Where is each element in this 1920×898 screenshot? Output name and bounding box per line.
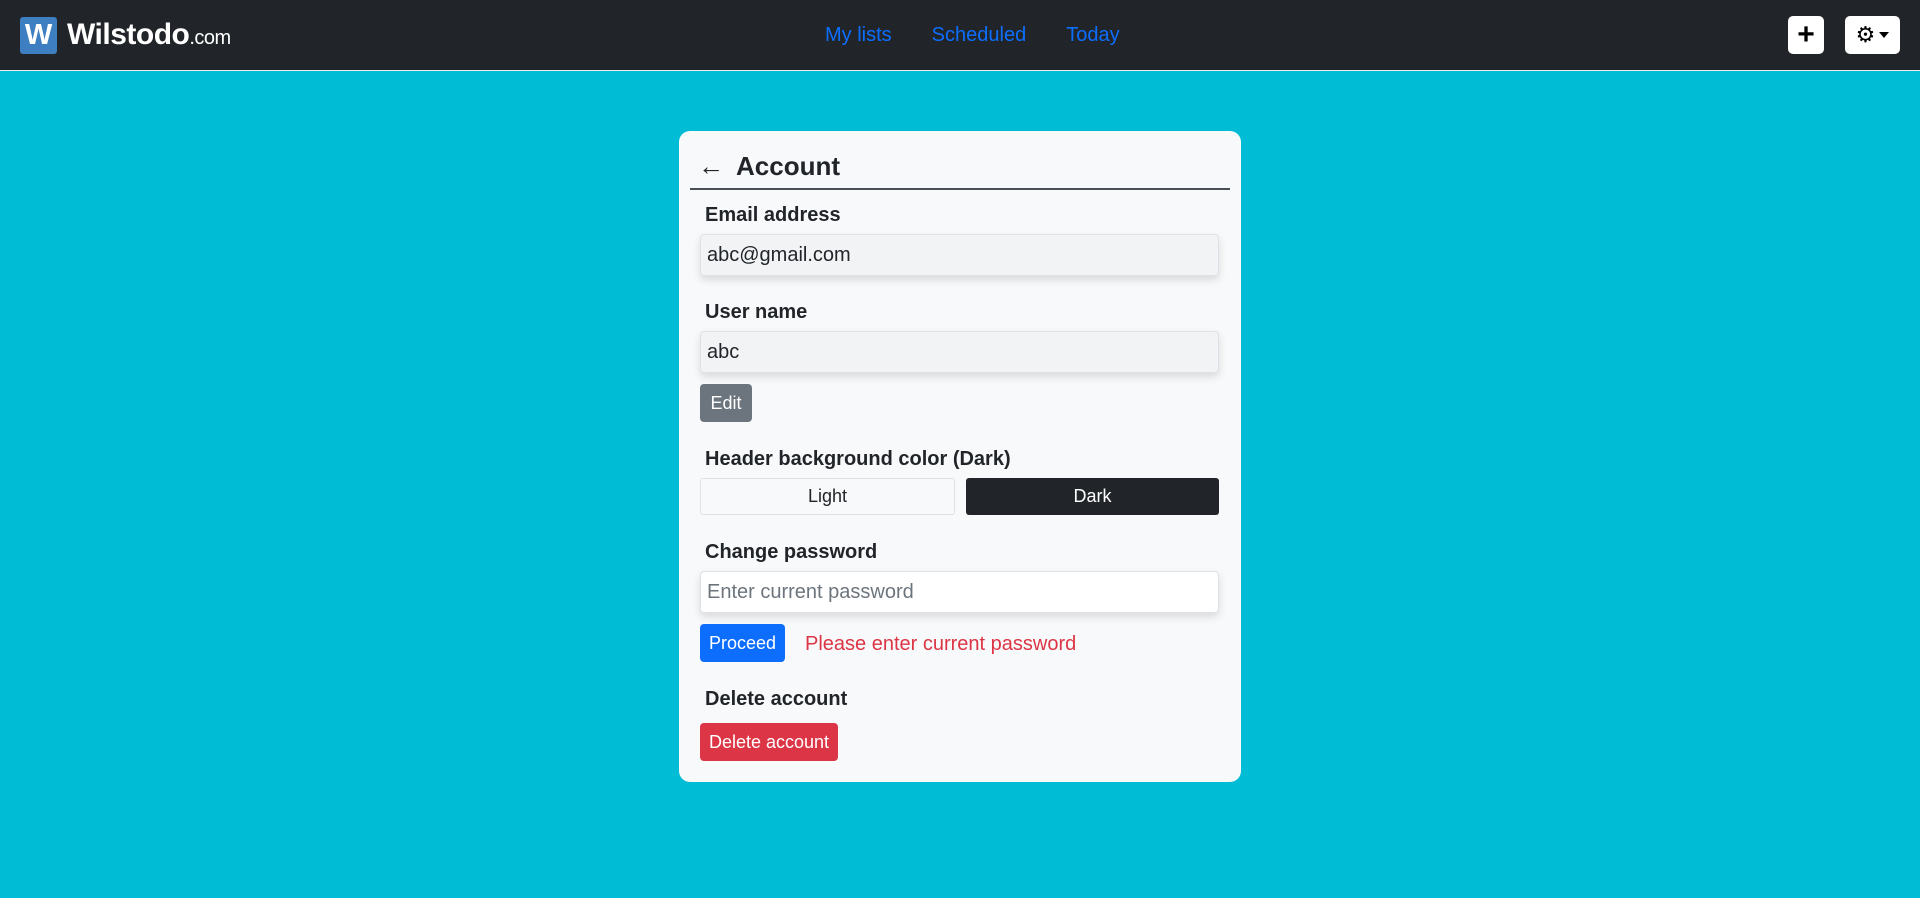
back-arrow-icon[interactable]: ← <box>698 151 724 182</box>
email-label: Email address <box>705 204 841 226</box>
header-color-label: Header background color (Dark) <box>705 448 1011 470</box>
nav-link-my-lists[interactable]: My lists <box>825 24 892 47</box>
add-button[interactable]: + <box>1788 16 1824 54</box>
username-label: User name <box>705 301 808 323</box>
edit-button[interactable]: Edit <box>700 384 752 422</box>
plus-icon: + <box>1797 18 1815 51</box>
brand-name: Wilstodo.com <box>67 18 231 52</box>
nav-link-today[interactable]: Today <box>1066 24 1119 47</box>
brand[interactable]: W Wilstodo.com <box>20 15 231 55</box>
chevron-down-icon <box>1879 32 1890 38</box>
delete-account-label: Delete account <box>705 688 848 710</box>
nav-links: My lists Scheduled Today <box>825 24 1120 47</box>
account-header: ← Account <box>690 145 1230 190</box>
password-error-message: Please enter current password <box>805 633 1077 655</box>
proceed-button[interactable]: Proceed <box>700 624 785 662</box>
header-color-dark-button[interactable]: Dark <box>966 478 1219 515</box>
current-password-input[interactable] <box>700 571 1219 613</box>
settings-dropdown-button[interactable]: ⚙ <box>1845 16 1900 54</box>
account-card: ← Account Email address abc@gmail.com Us… <box>679 131 1241 782</box>
change-password-label: Change password <box>705 541 878 563</box>
email-field: abc@gmail.com <box>700 234 1219 276</box>
page-title: Account <box>736 151 840 181</box>
username-field: abc <box>700 331 1219 373</box>
brand-name-tld: .com <box>189 27 231 49</box>
top-navbar: W Wilstodo.com My lists Scheduled Today … <box>0 0 1920 71</box>
header-color-light-button[interactable]: Light <box>700 478 955 515</box>
gear-icon: ⚙ <box>1855 22 1876 47</box>
brand-name-main: Wilstodo <box>67 18 190 51</box>
brand-logo: W <box>20 16 57 54</box>
delete-account-button[interactable]: Delete account <box>700 723 838 761</box>
nav-link-scheduled[interactable]: Scheduled <box>932 24 1027 47</box>
